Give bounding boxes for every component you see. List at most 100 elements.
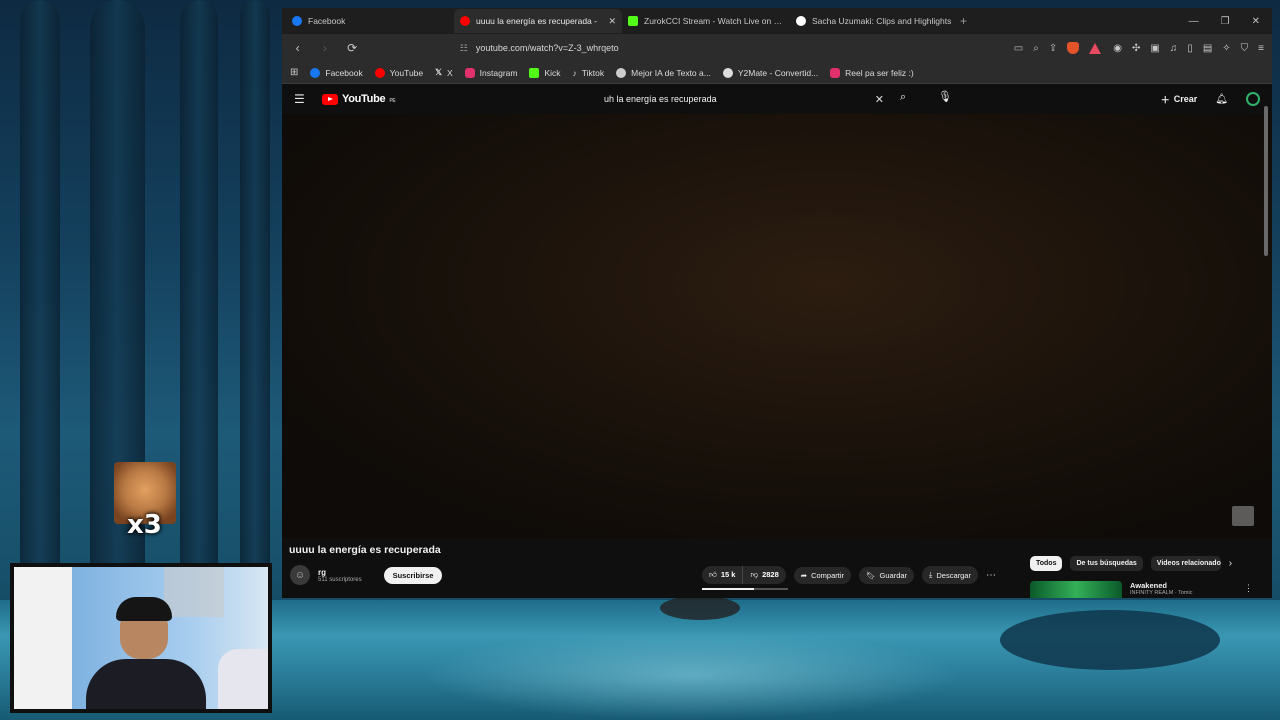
- clear-search-icon[interactable]: ✕: [875, 93, 884, 106]
- wallet-icon[interactable]: ▤: [1203, 43, 1212, 54]
- bookmark-ia-texto[interactable]: Mejor IA de Texto a...: [616, 67, 711, 78]
- create-button[interactable]: ＋ Crear: [1161, 93, 1198, 106]
- guide-menu-icon[interactable]: ☰: [294, 92, 308, 106]
- bookmark-label: Reel pa ser feliz :): [845, 67, 914, 78]
- chip-all[interactable]: Todos: [1030, 556, 1063, 571]
- recommended-thumbnail[interactable]: [1030, 581, 1122, 598]
- puzzle-icon[interactable]: ✣: [1132, 43, 1140, 54]
- bookmark-label: Tiktok: [581, 67, 605, 78]
- close-tab-icon[interactable]: ✕: [608, 16, 616, 27]
- chevron-right-icon[interactable]: ›: [1229, 558, 1232, 569]
- back-icon[interactable]: ‹: [290, 41, 305, 55]
- more-actions-icon[interactable]: ⋯: [986, 570, 996, 581]
- tree: [20, 0, 60, 620]
- channel-name[interactable]: rg: [318, 568, 362, 577]
- restore-icon[interactable]: ❐: [1221, 16, 1230, 27]
- chip-from-searches[interactable]: De tus búsquedas: [1070, 556, 1143, 571]
- tab-title: Facebook: [308, 16, 346, 26]
- dislike-button[interactable]: 👎︎ 2828: [742, 566, 785, 584]
- tab-strip: Facebook uuuu la energía es recuperada -…: [282, 8, 1272, 34]
- extension-toolbar: ◉ ✣ ▣ ♫ ▯ ▤ ✧ ⛉ ≡: [1113, 43, 1264, 54]
- subscriber-count: 511 suscriptores: [318, 576, 362, 583]
- account-avatar[interactable]: [1246, 92, 1260, 106]
- page-scrollbar[interactable]: [1264, 94, 1270, 594]
- bookmark-x[interactable]: 𝕏X: [435, 67, 453, 78]
- menu-icon[interactable]: ≡: [1258, 43, 1264, 54]
- bookmark-tiktok[interactable]: ♪ Tiktok: [573, 68, 605, 78]
- share-button[interactable]: ➦ Compartir: [793, 566, 851, 584]
- bookmark-label: Mejor IA de Texto a...: [631, 67, 711, 78]
- dislike-count: 2828: [762, 570, 779, 579]
- header-actions: ＋ Crear 🔔︎: [1161, 92, 1260, 106]
- bookmark-youtube[interactable]: YouTube: [374, 67, 423, 78]
- bookmark-facebook[interactable]: Facebook: [310, 67, 363, 78]
- sidebar-icon[interactable]: ▯: [1187, 43, 1193, 54]
- download-button[interactable]: ⤓ Descargar: [922, 566, 978, 584]
- bookmark-instagram[interactable]: Instagram: [464, 67, 518, 78]
- brave-rewards-icon[interactable]: [1089, 42, 1102, 54]
- bookmark-y2mate[interactable]: Y2Mate - Convertid...: [722, 67, 818, 78]
- microphone-icon[interactable]: 🎙︎: [938, 90, 952, 103]
- tab-search-icon[interactable]: ▣: [1150, 43, 1159, 54]
- y2mate-icon: [722, 67, 733, 78]
- window-controls: — ❐ ✕: [1189, 16, 1272, 27]
- bookmark-kick[interactable]: Kick: [529, 67, 561, 78]
- apps-grid-icon[interactable]: ⊞: [290, 67, 298, 78]
- kebab-menu-icon[interactable]: ⋮: [1244, 583, 1253, 594]
- tab-tiktok-clips[interactable]: Sacha Uzumaki: Clips and Highlights: [790, 9, 958, 33]
- search-query-text: uh la energía es recuperada: [604, 94, 717, 104]
- channel-avatar[interactable]: ☺: [290, 565, 310, 585]
- bookmark-reel[interactable]: Reel pa ser feliz :): [830, 67, 914, 78]
- related-chips: Todos De tus búsquedas Videos relacionad…: [1030, 556, 1232, 571]
- forward-icon[interactable]: ›: [317, 41, 332, 55]
- download-label: Descargar: [936, 570, 971, 580]
- x-logo-icon: 𝕏: [435, 67, 442, 77]
- share-arrow-icon: ➦: [800, 570, 808, 580]
- zoom-icon[interactable]: ⌕: [1033, 43, 1039, 54]
- tab-kick-stream[interactable]: ZurokCCI Stream - Watch Live on Kick: [622, 9, 790, 33]
- download-icon: ⤓: [929, 570, 933, 579]
- bookmark-label: Instagram: [479, 67, 518, 78]
- tab-facebook[interactable]: Facebook: [286, 9, 454, 33]
- tab-youtube-video[interactable]: uuuu la energía es recuperada - ✕: [454, 9, 622, 33]
- subscribe-button[interactable]: Suscribirse: [383, 566, 443, 584]
- recommended-title[interactable]: Awakened: [1130, 581, 1192, 590]
- channel-watermark-icon[interactable]: [1232, 506, 1254, 526]
- bookmark-icon: 🔖︎: [866, 570, 876, 580]
- new-tab-button[interactable]: +: [960, 14, 967, 28]
- save-label: Guardar: [879, 570, 908, 580]
- leo-icon[interactable]: ✧: [1222, 43, 1230, 54]
- search-icon[interactable]: ⌕: [900, 91, 906, 104]
- youtube-icon: [374, 67, 385, 78]
- vpn-icon[interactable]: ⛉: [1241, 43, 1249, 54]
- webcam-cloth: [218, 649, 268, 709]
- minimize-icon[interactable]: —: [1189, 16, 1199, 27]
- facebook-icon: [310, 67, 321, 78]
- like-ratio-fill: [702, 588, 754, 590]
- recommended-video[interactable]: Awakened INFINITY REALM · Tomic: [1030, 581, 1192, 598]
- scrollbar-thumb[interactable]: [1264, 106, 1268, 256]
- tiktok-favicon-icon: [796, 16, 806, 26]
- media-icon[interactable]: ♫: [1170, 43, 1178, 54]
- share-icon[interactable]: ⇪: [1049, 43, 1057, 54]
- site-settings-icon[interactable]: ☷: [460, 43, 468, 54]
- like-button[interactable]: 👍︎ 15 k: [702, 566, 742, 584]
- reload-icon[interactable]: ⟳: [345, 41, 360, 55]
- channel-info: rg 511 suscriptores: [318, 568, 362, 583]
- bookmark-label: Facebook: [325, 67, 363, 78]
- extension-icon[interactable]: ◉: [1113, 43, 1122, 54]
- save-button[interactable]: 🔖︎ Guardar: [859, 566, 915, 584]
- close-window-icon[interactable]: ✕: [1252, 16, 1260, 27]
- kick-favicon-icon: [628, 16, 638, 26]
- brave-shields-icon[interactable]: [1067, 42, 1080, 54]
- cast-icon[interactable]: ▭: [1014, 43, 1023, 54]
- youtube-logo[interactable]: YouTube PE: [322, 93, 396, 105]
- notifications-bell-icon[interactable]: 🔔︎: [1215, 94, 1228, 105]
- bookmark-label: Kick: [544, 67, 561, 78]
- search-input[interactable]: uh la energía es recuperada ✕: [594, 88, 894, 110]
- url-field[interactable]: ☷ youtube.com/watch?v=Z-3_whrqeto: [452, 37, 1002, 59]
- chip-related[interactable]: Videos relacionados: [1150, 556, 1221, 571]
- video-player[interactable]: [282, 114, 1272, 538]
- address-actions: ▭ ⌕ ⇪: [1014, 42, 1102, 54]
- country-code: PE: [389, 98, 396, 104]
